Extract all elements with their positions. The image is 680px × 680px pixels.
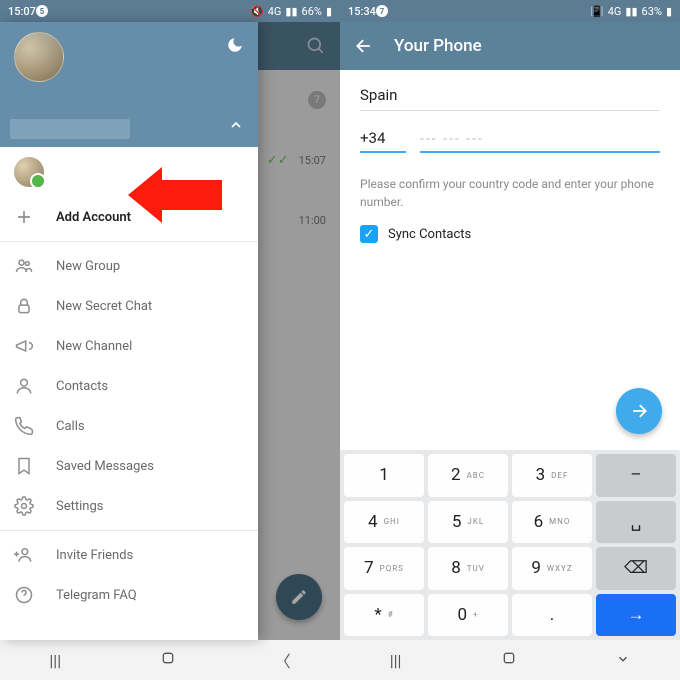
plus-icon bbox=[14, 207, 34, 227]
keypad-key[interactable]: 0+ bbox=[428, 594, 508, 637]
sidebar-item-calls[interactable]: Calls bbox=[0, 406, 258, 446]
sidebar-item-contacts[interactable]: Contacts bbox=[0, 366, 258, 406]
page-title: Your Phone bbox=[394, 36, 482, 56]
battery-label: 63% bbox=[642, 5, 662, 18]
keypad-key[interactable]: – bbox=[596, 454, 676, 497]
megaphone-icon bbox=[14, 336, 34, 356]
network-icon: 4G bbox=[608, 5, 622, 18]
status-badge: 7 bbox=[376, 5, 388, 17]
status-time: 15:07 bbox=[8, 5, 36, 18]
keypad-key[interactable]: 4GHI bbox=[344, 501, 424, 544]
keypad-key[interactable]: 9WXYZ bbox=[512, 547, 592, 590]
night-mode-icon[interactable] bbox=[226, 36, 244, 54]
nav-drawer: Add Account New Group New Secret Chat Ne… bbox=[0, 22, 258, 640]
mute-icon: 🔇 bbox=[250, 5, 264, 18]
signal-icon: ▮▮ bbox=[625, 5, 637, 18]
keypad-key[interactable]: → bbox=[596, 594, 676, 637]
menu-label: Contacts bbox=[56, 379, 108, 394]
sidebar-item-faq[interactable]: Telegram FAQ bbox=[0, 575, 258, 615]
phone-icon bbox=[14, 416, 34, 436]
home-button[interactable] bbox=[160, 650, 176, 670]
network-icon: 4G bbox=[268, 5, 282, 18]
account-avatar bbox=[14, 157, 44, 187]
status-bar: 15:07 5 🔇 4G ▮▮ 66% ▮ bbox=[0, 0, 340, 22]
back-button[interactable]: 〈 bbox=[275, 648, 291, 672]
separator bbox=[0, 530, 258, 531]
bookmark-icon bbox=[14, 456, 34, 476]
menu-label: New Secret Chat bbox=[56, 299, 152, 314]
recents-button[interactable]: ||| bbox=[49, 651, 61, 670]
sidebar-item-new-group[interactable]: New Group bbox=[0, 246, 258, 286]
hide-keyboard-button[interactable] bbox=[616, 651, 630, 670]
menu-label: Invite Friends bbox=[56, 548, 133, 563]
keypad-key[interactable]: 7PQRS bbox=[344, 547, 424, 590]
keypad-key[interactable]: 2ABC bbox=[428, 454, 508, 497]
arrow-right-icon bbox=[629, 401, 649, 421]
add-account-label: Add Account bbox=[56, 210, 131, 225]
hint-text: Please confirm your country code and ent… bbox=[360, 175, 660, 211]
sidebar-item-invite[interactable]: Invite Friends bbox=[0, 535, 258, 575]
battery-icon: ▮ bbox=[326, 5, 332, 18]
android-navbar: ||| 〈 bbox=[0, 640, 340, 680]
app-bar: Your Phone bbox=[340, 22, 680, 70]
phone-form: Spain +34 --- --- --- Please confirm you… bbox=[340, 70, 680, 243]
keypad-key[interactable]: ␣ bbox=[596, 501, 676, 544]
keypad-key[interactable]: 6MNO bbox=[512, 501, 592, 544]
drawer-header bbox=[0, 22, 258, 147]
status-bar: 15:34 7 📳 4G ▮▮ 63% ▮ bbox=[340, 0, 680, 22]
sidebar-item-settings[interactable]: Settings bbox=[0, 486, 258, 526]
battery-label: 66% bbox=[302, 5, 322, 18]
sidebar-item-saved[interactable]: Saved Messages bbox=[0, 446, 258, 486]
annotation-arrow bbox=[162, 180, 222, 210]
profile-name bbox=[10, 119, 130, 139]
keypad-key[interactable]: . bbox=[512, 594, 592, 637]
drawer-scrim[interactable] bbox=[258, 22, 340, 640]
menu-label: New Group bbox=[56, 259, 120, 274]
menu-label: Telegram FAQ bbox=[56, 588, 137, 603]
keypad-key[interactable]: 3DEF bbox=[512, 454, 592, 497]
keypad-key[interactable]: 5JKL bbox=[428, 501, 508, 544]
back-arrow-icon[interactable] bbox=[354, 36, 374, 56]
keypad-key[interactable]: 1 bbox=[344, 454, 424, 497]
sync-label: Sync Contacts bbox=[388, 227, 471, 242]
battery-icon: ▮ bbox=[666, 5, 672, 18]
numeric-keypad: 12ABC3DEF– 4GHI5JKL6MNO␣ 7PQRS8TUV9WXYZ⌫ *#… bbox=[340, 450, 680, 640]
phone-number-field[interactable]: --- --- --- bbox=[420, 131, 660, 153]
add-person-icon bbox=[14, 545, 34, 565]
lock-icon bbox=[14, 296, 34, 316]
chevron-up-icon[interactable] bbox=[228, 117, 244, 137]
keypad-key[interactable]: ⌫ bbox=[596, 547, 676, 590]
home-button[interactable] bbox=[501, 650, 517, 670]
person-icon bbox=[14, 376, 34, 396]
status-badge: 5 bbox=[36, 5, 48, 17]
group-icon bbox=[14, 256, 34, 276]
status-time: 15:34 bbox=[348, 5, 376, 18]
keypad-key[interactable]: *# bbox=[344, 594, 424, 637]
menu-label: Settings bbox=[56, 499, 103, 514]
help-icon bbox=[14, 585, 34, 605]
country-code-field[interactable]: +34 bbox=[360, 129, 406, 153]
gear-icon bbox=[14, 496, 34, 516]
recents-button[interactable]: ||| bbox=[390, 651, 402, 670]
keypad-key[interactable]: 8TUV bbox=[428, 547, 508, 590]
menu-label: Calls bbox=[56, 419, 85, 434]
profile-avatar[interactable] bbox=[14, 32, 64, 82]
android-navbar: ||| bbox=[340, 640, 680, 680]
menu-label: Saved Messages bbox=[56, 459, 154, 474]
separator bbox=[0, 241, 258, 242]
signal-icon: ▮▮ bbox=[285, 5, 297, 18]
country-field[interactable]: Spain bbox=[360, 86, 660, 111]
checkbox-checked-icon[interactable]: ✓ bbox=[360, 225, 378, 243]
menu-label: New Channel bbox=[56, 339, 132, 354]
next-fab[interactable] bbox=[616, 388, 662, 434]
sidebar-item-secret-chat[interactable]: New Secret Chat bbox=[0, 286, 258, 326]
sidebar-item-new-channel[interactable]: New Channel bbox=[0, 326, 258, 366]
sync-contacts-row[interactable]: ✓ Sync Contacts bbox=[360, 225, 660, 243]
vibrate-icon: 📳 bbox=[590, 5, 604, 18]
